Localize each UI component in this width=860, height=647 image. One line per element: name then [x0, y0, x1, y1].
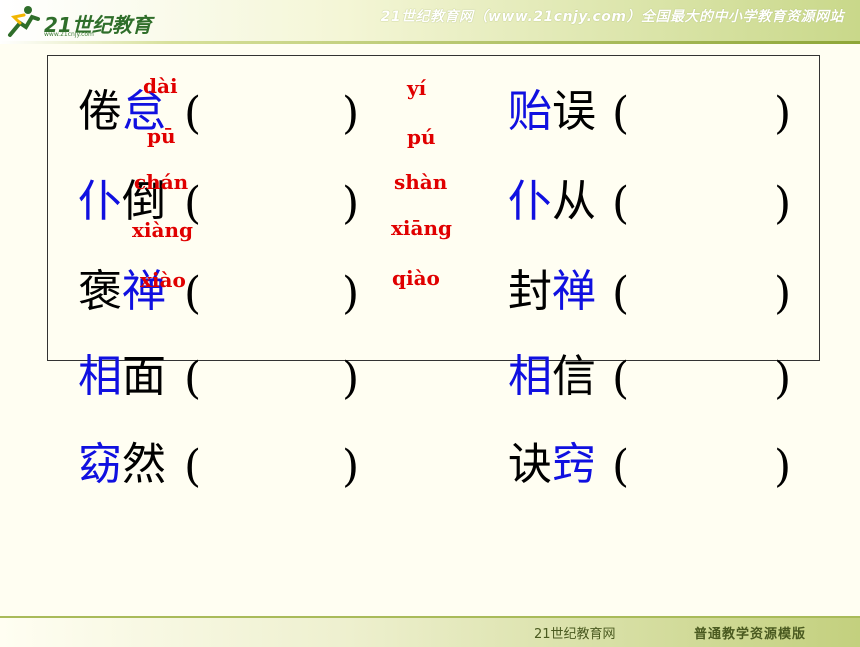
paren-open-left-1: (: [184, 88, 202, 139]
paren-close-right-4: ): [774, 353, 792, 404]
header-slogan[interactable]: 21世纪教育网（www.21cnjy.com）全国最大的中小学教育资源网站: [381, 6, 844, 26]
paren-close-left-4: ): [342, 353, 360, 404]
paren-close-right-3: ): [774, 268, 792, 319]
word-left-5-char2: 然: [122, 439, 166, 490]
word-left-5: 窈然: [78, 443, 166, 491]
paren-close-left-1: ): [342, 88, 360, 139]
word-right-2-char1: 仆: [508, 176, 552, 227]
word-left-4: 相面: [78, 355, 166, 403]
paren-close-left-5: ): [342, 441, 360, 492]
paren-open-right-1: (: [612, 88, 630, 139]
footer-bar: 21世纪教育网 普通教学资源模版: [0, 616, 860, 647]
paren-close-right-1: ): [774, 88, 792, 139]
paren-open-right-4: (: [612, 353, 630, 404]
word-left-3-char1: 褒: [78, 266, 122, 317]
word-left-5-char1: 窈: [78, 439, 122, 490]
paren-open-right-2: (: [612, 178, 630, 229]
word-right-5: 诀窍: [508, 443, 596, 491]
word-right-3: 封禅: [508, 270, 596, 318]
pinyin-mid-1: yí: [407, 76, 427, 100]
word-right-1-char1: 贻: [508, 86, 552, 137]
pinyin-left-1: dài: [143, 74, 178, 98]
site-logo[interactable]: 21世纪教育 www.21cnjy.com: [6, 3, 156, 41]
paren-open-left-3: (: [184, 268, 202, 319]
pinyin-left-4: xiàng: [132, 218, 194, 242]
word-right-3-char2: 禅: [552, 266, 596, 317]
paren-close-left-2: ): [342, 178, 360, 229]
word-right-1-char2: 误: [552, 86, 596, 137]
word-right-4-char1: 相: [508, 351, 552, 402]
pinyin-left-5: xiào: [140, 268, 186, 292]
word-right-5-char1: 诀: [508, 439, 552, 490]
paren-close-right-2: ): [774, 178, 792, 229]
word-right-4: 相信: [508, 355, 596, 403]
paren-close-right-5: ): [774, 441, 792, 492]
word-right-4-char2: 信: [552, 351, 596, 402]
paren-open-right-5: (: [612, 441, 630, 492]
word-right-1: 贻误: [508, 90, 596, 138]
word-left-4-char2: 面: [122, 351, 166, 402]
logo-url: www.21cnjy.com: [44, 31, 94, 38]
pinyin-left-2: pū: [147, 124, 176, 148]
pinyin-mid-2: pú: [407, 125, 436, 149]
header-divider: [0, 41, 860, 44]
pinyin-mid-4: xiāng: [391, 216, 453, 240]
paren-open-left-5: (: [184, 441, 202, 492]
footer-template-name: 普通教学资源模版: [694, 627, 807, 642]
header-bar: 21世纪教育 www.21cnjy.com 21世纪教育网（www.21cnjy…: [0, 0, 860, 44]
word-right-5-char2: 窍: [552, 439, 596, 490]
word-right-2: 仆从: [508, 180, 596, 228]
word-right-2-char2: 从: [552, 176, 596, 227]
paren-close-left-3: ): [342, 268, 360, 319]
running-figure-icon: [8, 6, 40, 37]
footer-site-name[interactable]: 21世纪教育网: [534, 623, 616, 642]
pinyin-mid-5: qiào: [392, 266, 440, 290]
pinyin-left-3: chán: [134, 170, 189, 194]
word-left-2-char1: 仆: [78, 176, 122, 227]
paren-open-left-4: (: [184, 353, 202, 404]
word-left-4-char1: 相: [78, 351, 122, 402]
word-left-1-char1: 倦: [78, 86, 122, 137]
pinyin-mid-3: shàn: [394, 170, 448, 194]
paren-open-right-3: (: [612, 268, 630, 319]
word-right-3-char1: 封: [508, 266, 552, 317]
